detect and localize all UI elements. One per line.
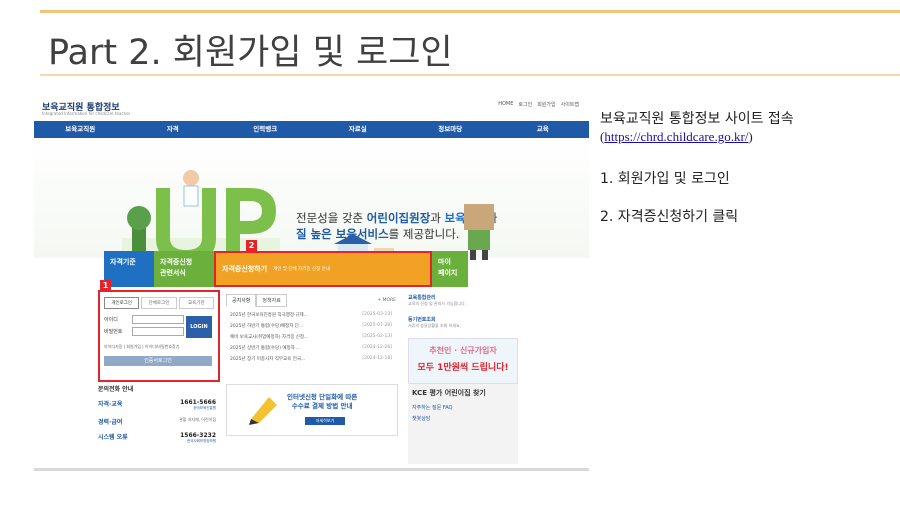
menu-tiles: 자격기준 자격증신청 관련서식 자격증신청하기 개인 및 단체 자격증 신청 안내… (104, 251, 524, 287)
tile-qualification-criteria[interactable]: 자격기준 (104, 251, 154, 287)
nav-item-qualification[interactable]: 자격 (127, 121, 220, 138)
id-label: 아이디 (104, 317, 118, 323)
faq-link[interactable]: 자주하는 질문 FAQ (408, 402, 518, 413)
tab-institution-login[interactable]: 교육기관 (178, 297, 214, 309)
helpdesk-row: 자격·교육 1661-5666 한국보육진흥원 (98, 399, 216, 410)
side-link-line: (https://chrd.childcare.go.kr/) (600, 129, 753, 144)
helpdesk-row: 시스템 오류 1566-3232 한국사회보장정보원 (98, 432, 216, 443)
list-item[interactable]: 2025년 상반기 통합(수당) 예정자 ... [2024-12-26] (226, 345, 396, 351)
tile-qualification-forms[interactable]: 자격증신청 관련서식 (154, 251, 214, 287)
payment-info-banner[interactable]: 인터넷신청 단일화에 따른 수수료 결제 방법 안내 자세히보기 (226, 384, 398, 436)
main-navbar: 보육교직원 자격 인력뱅크 자료실 정보마당 교육 (34, 121, 589, 138)
nav-item-resources[interactable]: 자료실 (312, 121, 405, 138)
nav-item-education[interactable]: 교육 (497, 121, 590, 138)
utility-links: HOME 로그인 회원가입 사이트맵 (498, 101, 579, 108)
helpdesk-info: 문의전화 안내 자격·교육 1661-5666 한국보육진흥원 경력·급여 관할 지자… (98, 384, 216, 450)
slide-title: Part 2. 회원가입 및 로그인 (48, 33, 453, 73)
util-link-sitemap[interactable]: 사이트맵 (561, 101, 579, 108)
nav-item-staff[interactable]: 보육교직원 (34, 121, 127, 138)
password-label: 비밀번호 (104, 329, 123, 335)
tab-notices[interactable]: 공지사항 (226, 294, 257, 307)
step-item-2: 2. 자격증신청하기 클릭 (600, 209, 739, 225)
registration-lookup-link[interactable]: 등기번호조회 서류의 송달상황을 조회 하세요. (408, 316, 518, 329)
site-url-link[interactable]: https://chrd.childcare.go.kr/ (604, 129, 748, 144)
helpdesk-row: 경력·급여 관할 지자체, 어린이집 (98, 417, 216, 426)
list-item[interactable]: 2025년 하반기 통합(수당)예정자 단... [2025-07-28] (226, 323, 396, 329)
notice-tabs: 공지사항 정책자료 + MORE (226, 294, 396, 307)
kce-title[interactable]: KCE 평가 어린이집 찾기 (408, 384, 518, 402)
login-links[interactable]: 아이디저장 | 회원가입 | 아이디/비밀번호찾기 (104, 344, 179, 350)
apply-certificate-note: 개인 및 단체 자격증 신청 안내 (273, 266, 330, 272)
hero-banner: 전문성을 갖춘 어린이집원장과 보육교사가 질 높은 보육서비스를 제공합니다. (34, 138, 589, 268)
list-item[interactable]: 2025년 장기 미종사자 직무교육 전국... [2024-12-18] (226, 356, 396, 362)
payment-details-button[interactable]: 자세히보기 (305, 417, 345, 425)
more-link[interactable]: + MORE (377, 298, 396, 303)
login-tabs: 개인로그인 단체로그인 교육기관 (104, 297, 214, 309)
password-input[interactable] (132, 327, 184, 336)
chatbot-link[interactable]: 챗봇상담 (408, 413, 518, 424)
top-accent-bar (40, 10, 900, 13)
certificate-login-button[interactable]: 인증서로그인 (104, 356, 212, 366)
tab-group-login[interactable]: 단체로그인 (141, 297, 177, 309)
util-link-home[interactable]: HOME (498, 101, 513, 108)
login-box: 개인로그인 단체로그인 교육기관 아이디 비밀번호 LOGIN 아이디저장 | … (98, 290, 220, 382)
tile-apply-certificate[interactable]: 자격증신청하기 개인 및 단체 자격증 신청 안내 (214, 251, 432, 287)
side-title: 보육교직원 통합정보 사이트 접속 (600, 111, 794, 127)
notice-board: 공지사항 정책자료 + MORE 2025년 한국보육진흥원 직극행정·규제..… (226, 294, 396, 378)
id-input[interactable] (132, 315, 184, 324)
list-item[interactable]: 2025년 한국보육진흥원 직극행정·규제... [2025-03-13] (226, 312, 396, 318)
pencil-icon (249, 397, 277, 425)
site-logo-subtitle: Integrated Information for childcare tea… (42, 111, 131, 116)
list-item[interactable]: 예비 보육교사(취업예정자) 자격증 신청... [2025-02-13] (226, 334, 396, 340)
tile-my-page[interactable]: 마이 페이지 (432, 251, 468, 287)
nav-item-info[interactable]: 정보마당 (404, 121, 497, 138)
util-link-signup[interactable]: 회원가입 (537, 101, 555, 108)
kce-panel: KCE 평가 어린이집 찾기 자주하는 질문 FAQ 챗봇상담 (408, 384, 518, 464)
login-button[interactable]: LOGIN (186, 316, 212, 338)
title-divider (40, 74, 900, 76)
promo-banner[interactable]: 추천인 · 신규가입자 모두 1만원씩 드립니다! (408, 338, 518, 384)
website-screenshot: 보육교직원 통합정보 Integrated Information for ch… (34, 94, 589, 471)
util-link-login[interactable]: 로그인 (518, 101, 532, 108)
tab-policy[interactable]: 정책자료 (256, 294, 287, 307)
nav-item-job-bank[interactable]: 인력뱅크 (219, 121, 312, 138)
helpdesk-title: 문의전화 안내 (98, 386, 134, 393)
step-list: 1. 회원가입 및 로그인 2. 자격증신청하기 클릭 (600, 168, 738, 244)
right-column: 교육통합관리 교육의 신청 및 관리가 가능합니다. 등기번호조회 서류의 송달상황… (408, 294, 518, 384)
step-item-1: 1. 회원가입 및 로그인 (600, 171, 730, 187)
edu-management-link[interactable]: 교육통합관리 교육의 신청 및 관리가 가능합니다. (408, 294, 518, 307)
tab-personal-login[interactable]: 개인로그인 (104, 297, 140, 309)
step-marker-2: 2 (246, 240, 257, 251)
